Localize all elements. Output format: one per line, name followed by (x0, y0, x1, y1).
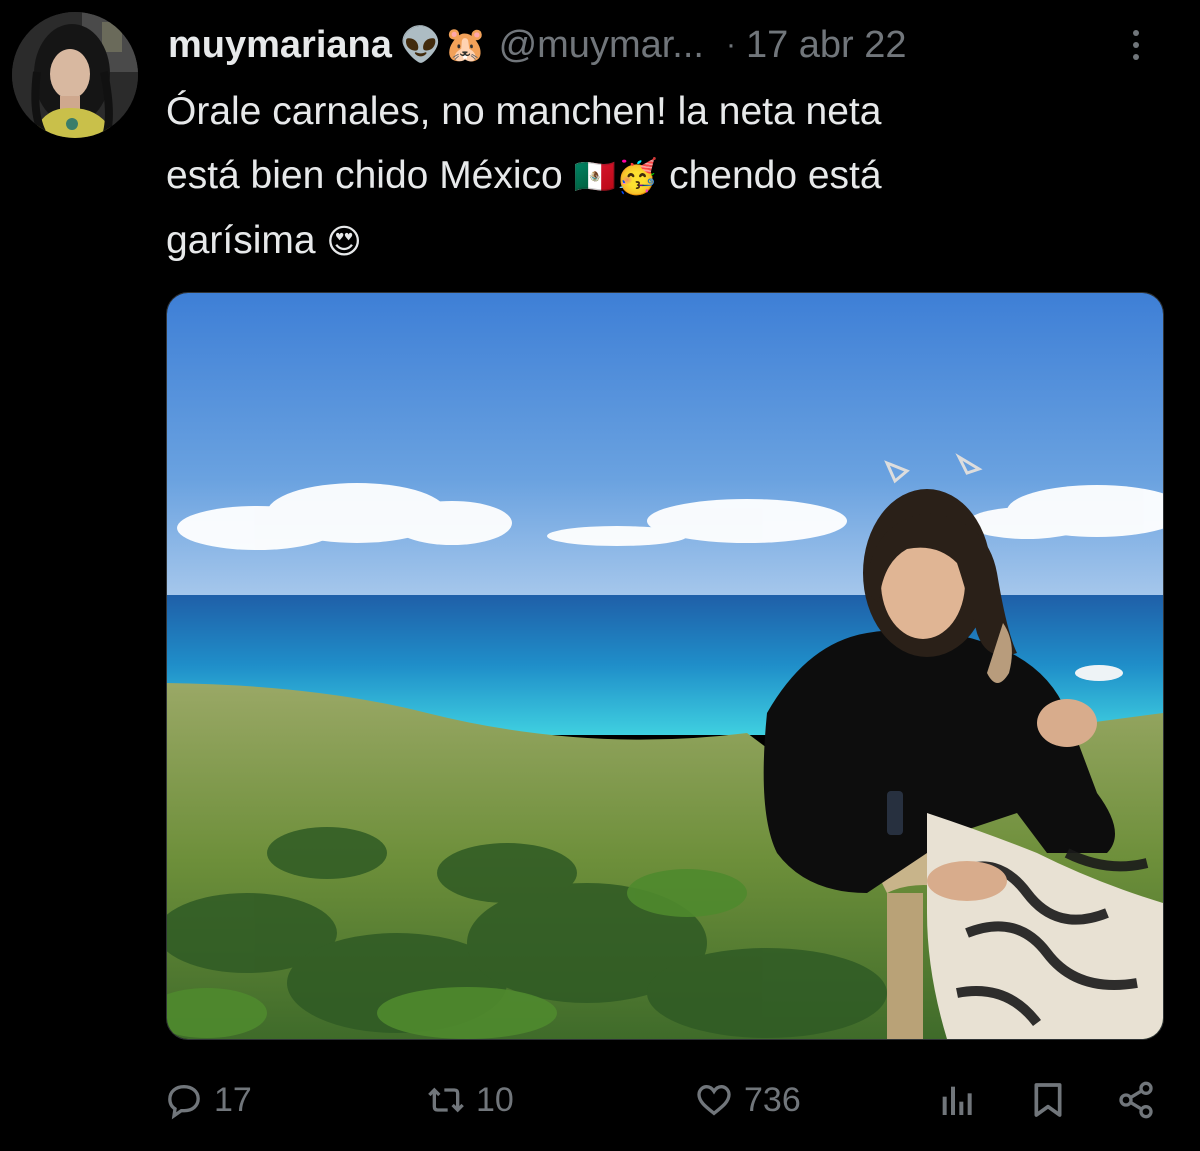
avatar[interactable] (12, 12, 138, 138)
tweet-text-line-2: está bien chido México 🇲🇽🥳 chendo está (166, 154, 882, 197)
share-icon[interactable] (1116, 1080, 1156, 1120)
retweet-count: 10 (476, 1080, 514, 1119)
tweet-text-line-1: Órale carnales, no manchen! la neta neta (166, 90, 882, 133)
hamster-emoji: 🐹 (444, 26, 487, 64)
more-icon[interactable] (1126, 24, 1146, 68)
action-bar: 17 10 736 (0, 1060, 1200, 1140)
retweet-icon (428, 1087, 464, 1113)
reply-count: 17 (214, 1080, 252, 1119)
tweet-text-line-3: garísima 😍 (166, 219, 362, 262)
separator-dot: · (725, 28, 736, 61)
like-count: 736 (744, 1080, 801, 1119)
reply-button[interactable]: 17 (164, 1060, 252, 1140)
like-button[interactable]: 736 (694, 1060, 801, 1140)
retweet-button[interactable]: 10 (426, 1060, 514, 1140)
bookmark-icon[interactable] (1028, 1080, 1068, 1120)
display-name[interactable]: muymariana (168, 24, 392, 67)
tweet-text: Órale carnales, no manchen! la neta neta… (166, 80, 1176, 274)
flag-party-emojis: 🇲🇽🥳 (573, 158, 659, 196)
tweet-date[interactable]: 17 abr 22 (746, 24, 907, 67)
tweet-header: muymariana 👽 🐹 @muymar... · 17 abr 22 (168, 20, 907, 70)
analytics-icon[interactable] (936, 1080, 976, 1120)
reply-icon (168, 1084, 200, 1120)
heart-icon (697, 1084, 731, 1116)
user-handle[interactable]: @muymar... (499, 24, 704, 67)
heart-eyes-emoji: 😍 (326, 223, 362, 261)
tweet-photo[interactable] (166, 292, 1164, 1040)
alien-emoji: 👽 (399, 26, 443, 64)
